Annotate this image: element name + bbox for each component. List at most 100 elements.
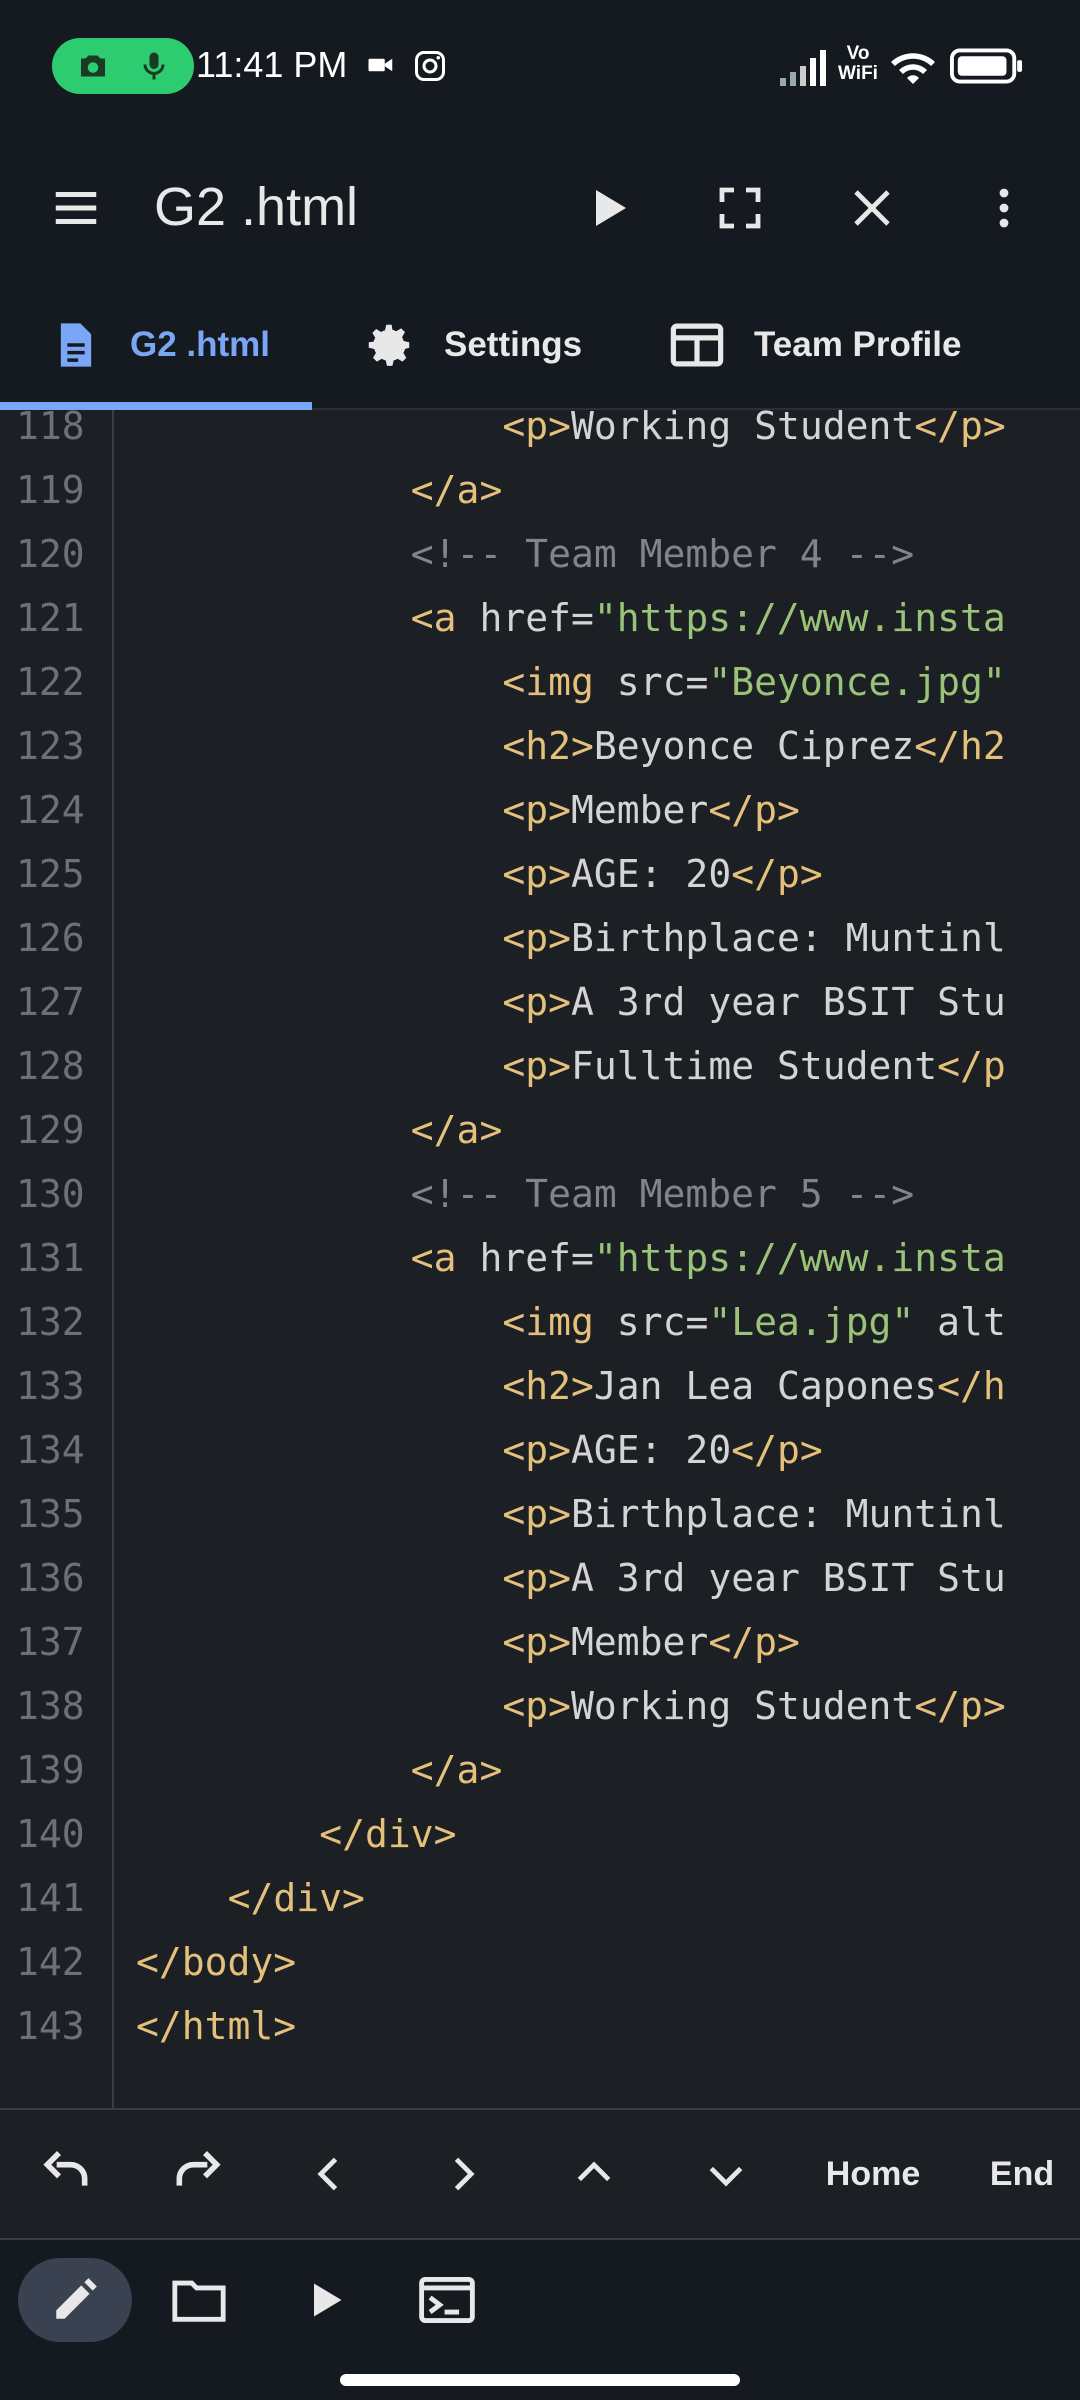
code-text: </div>	[227, 1876, 365, 1920]
code-line[interactable]: 128 <p>Fulltime Student</p	[0, 1034, 1080, 1098]
vowifi-top: Vo	[846, 43, 870, 64]
video-icon	[368, 58, 393, 72]
code-line[interactable]: 137 <p>Member</p>	[0, 1610, 1080, 1674]
code-line[interactable]: 135 <p>Birthplace: Muntinl	[0, 1482, 1080, 1546]
files-button[interactable]	[142, 2258, 256, 2342]
line-number: 130	[16, 1172, 85, 1216]
code-text: <a href="https://www.insta	[410, 596, 1006, 640]
code-line[interactable]: 121 <a href="https://www.insta	[0, 586, 1080, 650]
undo-button[interactable]	[20, 2110, 112, 2238]
line-number: 138	[16, 1684, 85, 1728]
tab-g2-html[interactable]: G2 .html	[50, 282, 270, 408]
file-title: G2 .html	[154, 177, 359, 237]
edit-mode-button[interactable]	[18, 2258, 132, 2342]
code-line[interactable]: 119 </a>	[0, 458, 1080, 522]
cursor-up-button[interactable]	[548, 2110, 640, 2238]
code-text: <p>Fulltime Student</p	[502, 1044, 1006, 1088]
code-line[interactable]: 118 <p>Working Student</p>	[0, 410, 1080, 458]
line-number: 128	[16, 1044, 85, 1088]
close-button[interactable]	[836, 172, 908, 244]
tab-bar: G2 .html Settings Team Profile	[0, 282, 1080, 410]
more-vert-icon	[999, 188, 1009, 228]
run-preview-button[interactable]	[268, 2258, 382, 2342]
browser-icon	[670, 323, 724, 367]
home-indicator[interactable]	[340, 2374, 740, 2386]
home-key-button[interactable]: Home	[808, 2110, 938, 2238]
redo-icon	[176, 2151, 221, 2186]
line-number: 120	[16, 532, 85, 576]
line-number: 127	[16, 980, 85, 1024]
extra-keys-bar: Home End	[0, 2108, 1080, 2240]
line-number: 143	[16, 2004, 85, 2048]
tab-settings[interactable]: Settings	[362, 282, 582, 408]
run-button[interactable]	[572, 172, 644, 244]
code-text: <p>AGE: 20</p>	[502, 852, 823, 896]
code-line[interactable]: 141 </div>	[0, 1866, 1080, 1930]
code-editor[interactable]: 118 <p>Working Student</p> 119 </a> 120 <!-- …	[0, 410, 1080, 2108]
line-number: 140	[16, 1812, 85, 1856]
cursor-down-button[interactable]	[680, 2110, 772, 2238]
code-line[interactable]: 133 <h2>Jan Lea Capones</h	[0, 1354, 1080, 1418]
code-text: <p>AGE: 20</p>	[502, 1428, 823, 1472]
vowifi-label: Vo WiFi	[836, 44, 880, 84]
line-number: 125	[16, 852, 85, 896]
code-line[interactable]: 127 <p>A 3rd year BSIT Stu	[0, 970, 1080, 1034]
code-text: </a>	[410, 1108, 503, 1152]
menu-button[interactable]	[40, 172, 112, 244]
code-line[interactable]: 132 <img src="Lea.jpg" alt	[0, 1290, 1080, 1354]
chevron-up-icon	[577, 2161, 611, 2182]
code-line[interactable]: 123 <h2>Beyonce Ciprez</h2	[0, 714, 1080, 778]
line-number: 141	[16, 1876, 85, 1920]
more-options-button[interactable]	[968, 172, 1040, 244]
tab-team-profile[interactable]: Team Profile	[668, 282, 961, 408]
app-toolbar: G2 .html	[0, 134, 1080, 282]
code-text: </html>	[136, 2004, 297, 2048]
recording-indicator[interactable]	[52, 38, 194, 94]
code-text: <p>Working Student</p>	[502, 410, 1006, 448]
code-line[interactable]: 120 <!-- Team Member 4 -->	[0, 522, 1080, 586]
code-line[interactable]: 126 <p>Birthplace: Muntinl	[0, 906, 1080, 970]
line-number: 132	[16, 1300, 85, 1344]
fullscreen-button[interactable]	[704, 172, 776, 244]
end-key-button[interactable]: End	[972, 2110, 1072, 2238]
code-line[interactable]: 136 <p>A 3rd year BSIT Stu	[0, 1546, 1080, 1610]
code-text: <h2>Jan Lea Capones</h	[502, 1364, 1006, 1408]
terminal-icon	[419, 2277, 475, 2323]
line-number: 137	[16, 1620, 85, 1664]
code-text: <h2>Beyonce Ciprez</h2	[502, 724, 1006, 768]
code-line[interactable]: 142 </body>	[0, 1930, 1080, 1994]
file-icon	[60, 323, 92, 367]
code-line[interactable]: 124 <p>Member</p>	[0, 778, 1080, 842]
cursor-right-button[interactable]	[416, 2110, 508, 2238]
code-text: </a>	[410, 1748, 503, 1792]
code-text: <a href="https://www.insta	[410, 1236, 1006, 1280]
redo-button[interactable]	[152, 2110, 244, 2238]
code-line[interactable]: 129 </a>	[0, 1098, 1080, 1162]
signal-icon	[780, 50, 826, 86]
line-number: 136	[16, 1556, 85, 1600]
code-text: <p>Working Student</p>	[502, 1684, 1006, 1728]
code-line[interactable]: 130 <!-- Team Member 5 -->	[0, 1162, 1080, 1226]
line-number: 135	[16, 1492, 85, 1536]
code-line[interactable]: 143 </html>	[0, 1994, 1080, 2058]
line-number: 129	[16, 1108, 85, 1152]
terminal-button[interactable]	[390, 2258, 504, 2342]
folder-icon	[172, 2280, 226, 2322]
code-text: <!-- Team Member 5 -->	[410, 1172, 915, 1216]
undo-icon	[43, 2151, 88, 2186]
line-number: 118	[16, 410, 85, 448]
tab-label: Settings	[444, 325, 583, 364]
code-line[interactable]: 139 </a>	[0, 1738, 1080, 1802]
code-line[interactable]: 131 <a href="https://www.insta	[0, 1226, 1080, 1290]
code-text: <img src="Lea.jpg" alt	[502, 1300, 1006, 1344]
wifi-icon	[891, 53, 935, 84]
code-line[interactable]: 134 <p>AGE: 20</p>	[0, 1418, 1080, 1482]
code-line[interactable]: 125 <p>AGE: 20</p>	[0, 842, 1080, 906]
line-number: 134	[16, 1428, 85, 1472]
code-line[interactable]: 122 <img src="Beyonce.jpg"	[0, 650, 1080, 714]
cursor-left-button[interactable]	[284, 2110, 376, 2238]
status-time: 11:41 PM	[196, 44, 348, 85]
code-line[interactable]: 140 </div>	[0, 1802, 1080, 1866]
vowifi-bottom: WiFi	[838, 63, 878, 84]
code-line[interactable]: 138 <p>Working Student</p>	[0, 1674, 1080, 1738]
